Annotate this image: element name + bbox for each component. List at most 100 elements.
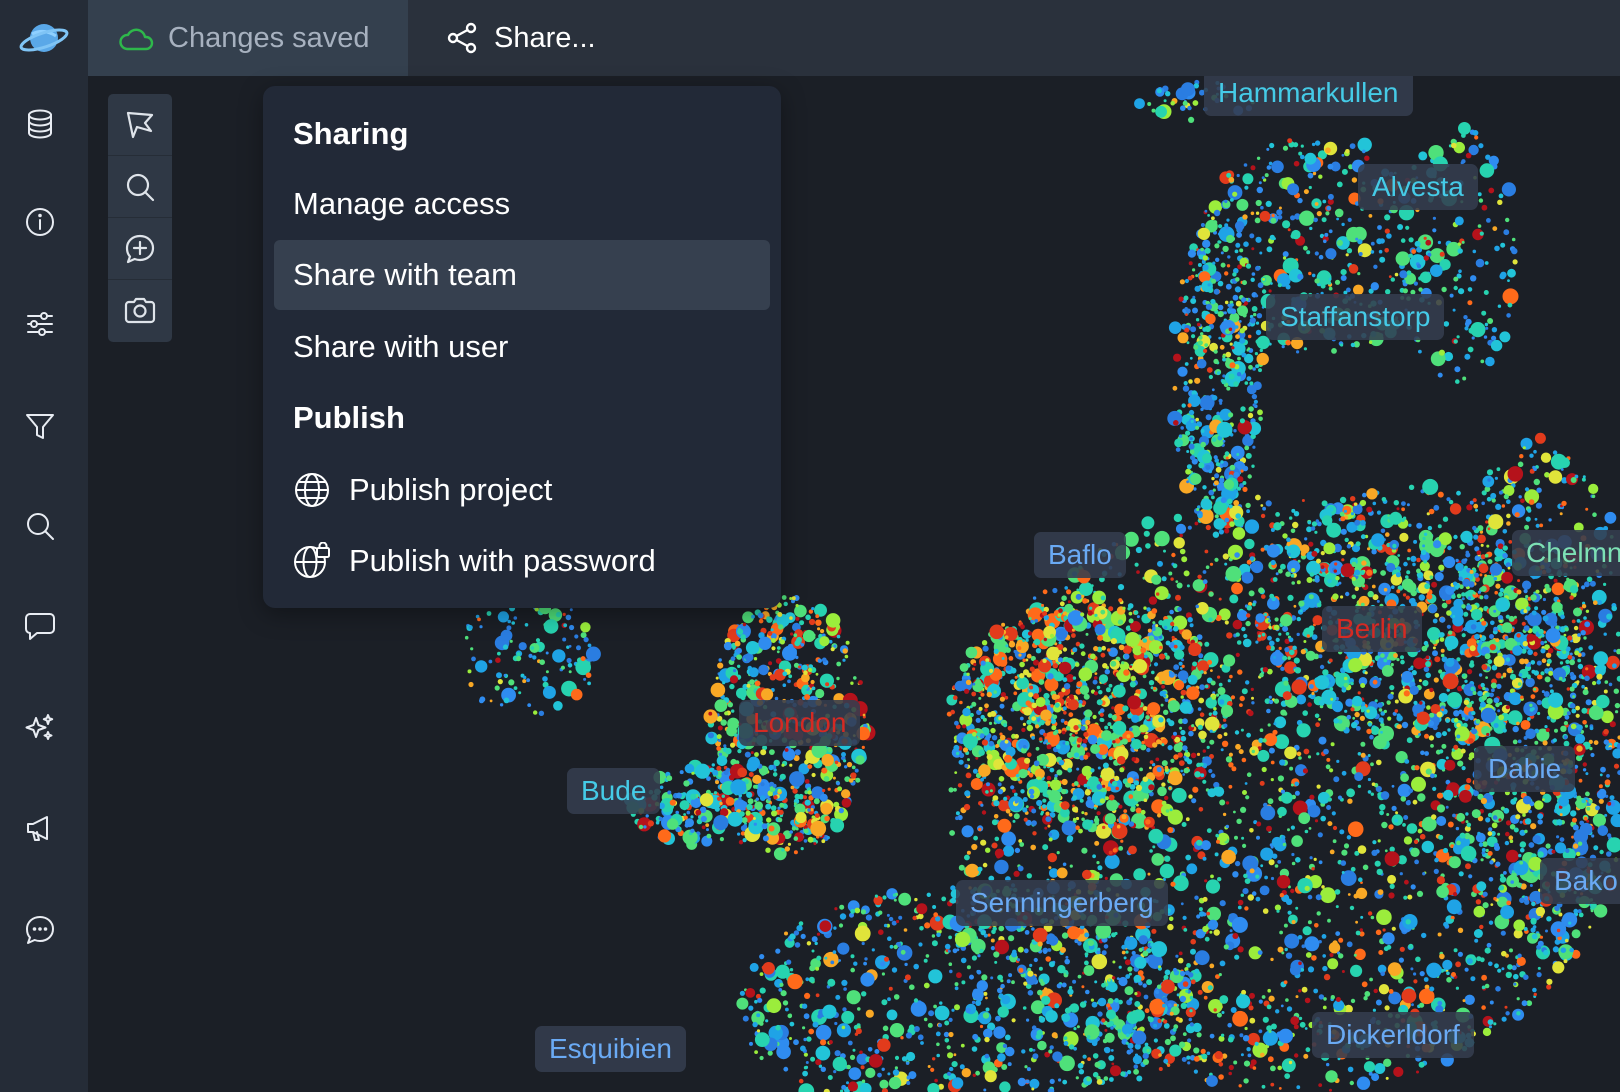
map-point xyxy=(1192,661,1198,667)
map-point xyxy=(1333,718,1339,724)
map-point xyxy=(1308,594,1314,600)
map-point xyxy=(1007,1062,1012,1067)
map-point xyxy=(1114,775,1120,782)
filter-button[interactable] xyxy=(14,400,66,452)
map-point xyxy=(1229,594,1239,604)
settings-sliders-button[interactable] xyxy=(14,298,66,350)
map-point xyxy=(1396,713,1401,718)
map-point xyxy=(1090,768,1095,773)
map-point xyxy=(1510,880,1514,884)
map-point xyxy=(1277,775,1284,782)
map-point xyxy=(1104,725,1109,730)
map-point xyxy=(1493,723,1499,728)
map-point xyxy=(1485,817,1491,823)
map-point xyxy=(1293,604,1297,608)
map-point xyxy=(1432,786,1437,792)
map-point xyxy=(1116,755,1126,765)
map-point xyxy=(1259,885,1270,896)
map-point xyxy=(985,790,989,794)
planet-logo-icon[interactable] xyxy=(19,16,69,60)
map-point xyxy=(958,864,965,871)
share-button[interactable]: Share... xyxy=(444,0,596,76)
map-point xyxy=(1531,901,1536,907)
database-button[interactable] xyxy=(14,98,66,150)
map-point xyxy=(1217,734,1223,739)
map-point xyxy=(1024,930,1030,935)
map-point xyxy=(1154,676,1160,681)
map-point xyxy=(1609,795,1615,801)
map-point xyxy=(1565,938,1569,943)
map-point xyxy=(1225,756,1233,763)
map-point xyxy=(1113,822,1117,825)
filter-icon xyxy=(26,414,54,439)
map-point xyxy=(1421,840,1435,854)
map-point xyxy=(1148,635,1155,641)
map-point xyxy=(1477,534,1486,544)
map-point xyxy=(1175,523,1187,534)
map-point xyxy=(1498,885,1505,891)
map-point xyxy=(1442,673,1459,690)
map-point xyxy=(1299,1021,1306,1028)
map-point xyxy=(1531,669,1536,674)
map-point xyxy=(1475,832,1486,843)
map-point xyxy=(964,854,970,861)
map-point xyxy=(1466,504,1473,511)
map-point xyxy=(1117,619,1124,625)
map-point xyxy=(1478,842,1484,847)
map-point xyxy=(1320,551,1325,556)
map-point xyxy=(1284,545,1290,550)
map-point xyxy=(1180,735,1187,742)
map-point xyxy=(950,709,955,715)
info-button[interactable] xyxy=(14,196,66,248)
map-point xyxy=(1549,689,1554,694)
map-point xyxy=(1274,716,1287,729)
map-point xyxy=(1175,954,1179,958)
comments-button[interactable] xyxy=(14,600,66,652)
map-point xyxy=(1102,825,1106,830)
map-point xyxy=(1466,958,1473,965)
map-point xyxy=(1447,821,1454,828)
map-point xyxy=(1307,894,1313,900)
map-point xyxy=(1054,774,1058,778)
map-point xyxy=(1469,645,1476,652)
map-point xyxy=(1480,682,1485,688)
map-point xyxy=(1168,571,1173,576)
map-point xyxy=(1331,700,1343,712)
map-point xyxy=(1270,876,1275,881)
chat-support-button[interactable] xyxy=(14,904,66,956)
map-point xyxy=(1170,577,1174,581)
map-point xyxy=(1093,646,1099,652)
announcements-button[interactable] xyxy=(14,802,66,854)
map-point xyxy=(1298,756,1302,760)
map-point xyxy=(1239,703,1243,707)
map-point xyxy=(1296,723,1311,738)
map-point xyxy=(1240,728,1244,732)
map-point xyxy=(1462,578,1471,587)
map-point xyxy=(1388,892,1395,899)
map-point xyxy=(1387,962,1402,976)
map-point xyxy=(990,727,996,734)
map-point xyxy=(1373,988,1378,994)
map-point xyxy=(1119,767,1125,773)
map-point xyxy=(1031,736,1035,740)
map-point xyxy=(1566,711,1571,716)
map-point xyxy=(1582,720,1587,725)
map-point xyxy=(1220,704,1234,718)
map-point xyxy=(1516,633,1521,638)
map-point xyxy=(1255,613,1265,623)
map-point xyxy=(1567,654,1573,660)
map-point xyxy=(1035,648,1042,654)
ai-sparkles-button[interactable] xyxy=(14,702,66,754)
map-point xyxy=(1270,845,1274,849)
map-point xyxy=(1282,533,1288,539)
search-button[interactable] xyxy=(14,500,66,552)
map-point xyxy=(1118,804,1123,809)
map-point xyxy=(1340,860,1347,866)
map-point xyxy=(1383,587,1388,592)
map-point xyxy=(1171,787,1187,803)
map-point xyxy=(1236,994,1251,1009)
map-point xyxy=(1517,682,1522,686)
map-point xyxy=(1233,1060,1238,1065)
save-status-button[interactable]: Changes saved xyxy=(88,0,408,76)
map-point xyxy=(1413,539,1418,544)
